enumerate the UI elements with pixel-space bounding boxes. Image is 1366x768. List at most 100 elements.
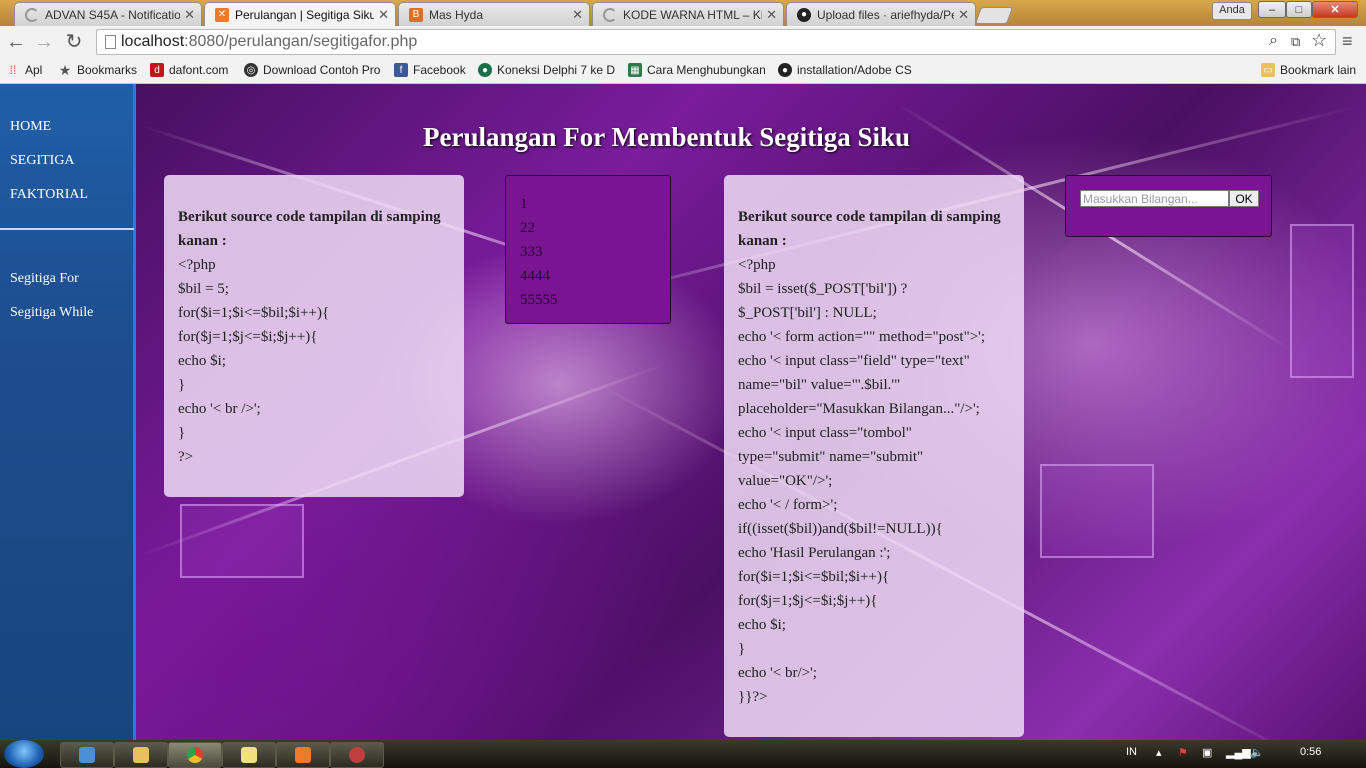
- taskbar-delphi[interactable]: [330, 742, 384, 768]
- url-path: :8080/perulangan/segitigafor.php: [184, 33, 418, 50]
- code-line: <?php: [178, 257, 216, 273]
- loading-spinner-icon: [603, 7, 617, 22]
- number-input[interactable]: [1080, 190, 1229, 207]
- nav-faktorial[interactable]: FAKTORIAL: [10, 187, 88, 203]
- code-line: echo '< form action="" method="post">';: [738, 329, 986, 345]
- maximize-button[interactable]: □: [1286, 1, 1312, 18]
- code-line: value="OK"/>';: [738, 473, 833, 489]
- bookmark-dafont[interactable]: d dafont.com: [150, 63, 228, 77]
- result-line: 1: [520, 196, 528, 212]
- sidebar-nav: HOME SEGITIGA FAKTORIAL Segitiga For Seg…: [0, 84, 136, 740]
- background-panel: [180, 504, 304, 578]
- code-line: echo '< input class="field" type="text": [738, 353, 970, 369]
- bookmark-cara-menghubungkan[interactable]: ▦ Cara Menghubungkan: [628, 63, 765, 77]
- user-profile-button[interactable]: Anda: [1212, 2, 1252, 20]
- star-icon: ★: [58, 61, 72, 78]
- code-line: for($i=1;$i<=$bil;$i++){: [738, 569, 890, 585]
- action-center-flag-icon[interactable]: ⚑: [1178, 746, 1188, 759]
- notepad-icon: [241, 747, 257, 763]
- code-line: echo '< br />';: [178, 401, 261, 417]
- background-panel: [1290, 224, 1354, 378]
- taskbar-chrome[interactable]: [168, 742, 222, 768]
- result-line: 55555: [520, 292, 558, 308]
- left-code-box: Berikut source code tampilan di samping …: [164, 175, 464, 497]
- bookmark-bookmarks[interactable]: ★ Bookmarks: [58, 61, 138, 78]
- bookmark-star-icon[interactable]: ☆: [1311, 30, 1327, 51]
- translate-icon[interactable]: ⧉: [1291, 34, 1300, 50]
- minimize-button[interactable]: –: [1258, 1, 1286, 18]
- tab-advan[interactable]: ADVAN S45A - Notification ✕: [14, 2, 202, 26]
- nav-segitiga-while[interactable]: Segitiga While: [10, 305, 93, 321]
- tab-github[interactable]: ● Upload files · ariefhyda/Pe ✕: [786, 2, 976, 26]
- tab-close-icon[interactable]: ✕: [958, 7, 969, 23]
- signal-bars-icon[interactable]: ▂▄▆: [1226, 746, 1251, 759]
- back-arrow-icon[interactable]: ←: [4, 30, 28, 54]
- number-form: OK: [1065, 175, 1272, 237]
- tab-close-icon[interactable]: ✕: [378, 7, 389, 23]
- bookmark-label: Facebook: [413, 63, 466, 77]
- blogger-icon: B: [409, 7, 423, 22]
- background-panel: [1040, 464, 1154, 558]
- dafont-icon: d: [150, 63, 164, 77]
- forward-arrow-icon[interactable]: →: [32, 30, 56, 54]
- clock[interactable]: 0:56: [1300, 746, 1321, 758]
- github-icon: ●: [778, 63, 792, 77]
- address-bar[interactable]: localhost:8080/perulangan/segitigafor.ph…: [96, 29, 1336, 55]
- nav-segitiga-for[interactable]: Segitiga For: [10, 271, 79, 287]
- github-icon: ●: [797, 7, 811, 22]
- bookmark-apl[interactable]: ⁞⁞ Apl: [6, 63, 43, 77]
- keyboard-icon: [79, 747, 95, 763]
- image-icon: ▦: [628, 63, 642, 77]
- reload-icon[interactable]: ↻: [62, 30, 86, 54]
- tab-strip: ADVAN S45A - Notification ✕ ✕ Perulangan…: [0, 0, 1366, 26]
- language-indicator[interactable]: IN: [1126, 746, 1137, 758]
- bookmark-download-contoh[interactable]: ◎ Download Contoh Pro: [244, 63, 383, 77]
- other-bookmarks-folder[interactable]: ▭ Bookmark lain: [1261, 63, 1356, 77]
- code-line: }}?>: [738, 689, 768, 705]
- bookmark-facebook[interactable]: f Facebook: [394, 63, 466, 77]
- code-line: for($j=1;$j<=$i;$j++){: [178, 329, 318, 345]
- taskbar-keyboard[interactable]: [60, 742, 114, 768]
- windows-taskbar: IN ▴ ⚑ ▣ ▂▄▆ 🔈 0:56: [0, 740, 1366, 768]
- left-code-lead: Berikut source code tampilan di samping …: [178, 209, 441, 249]
- code-line: $bil = isset($_POST['bil']) ?: [738, 281, 908, 297]
- ok-button[interactable]: OK: [1229, 190, 1259, 207]
- chrome-icon: [187, 747, 203, 763]
- url-text[interactable]: localhost:8080/perulangan/segitigafor.ph…: [121, 33, 417, 51]
- taskbar-explorer[interactable]: [114, 742, 168, 768]
- code-line: echo '< input class="tombol": [738, 425, 912, 441]
- code-line: echo '< / form>';: [738, 497, 838, 513]
- code-line: }: [738, 641, 746, 657]
- tab-close-icon[interactable]: ✕: [766, 7, 777, 23]
- start-button[interactable]: [4, 740, 44, 768]
- tab-close-icon[interactable]: ✕: [572, 7, 583, 23]
- bookmark-koneksi-delphi[interactable]: ● Koneksi Delphi 7 ke D: [478, 63, 629, 77]
- code-line: }: [178, 377, 186, 393]
- folder-icon: [133, 747, 149, 763]
- apps-grid-icon: ⁞⁞: [9, 63, 17, 77]
- chrome-menu-icon[interactable]: ≡: [1342, 31, 1353, 52]
- taskbar-xampp[interactable]: [276, 742, 330, 768]
- zoom-search-icon[interactable]: ⌕: [1269, 32, 1278, 50]
- code-line: for($i=1;$i<=$bil;$i++){: [178, 305, 330, 321]
- nav-segitiga[interactable]: SEGITIGA: [10, 153, 75, 169]
- show-hidden-icons-icon[interactable]: ▴: [1156, 746, 1162, 759]
- code-line: echo 'Hasil Perulangan :';: [738, 545, 891, 561]
- tab-mas-hyda[interactable]: B Mas Hyda ✕: [398, 2, 590, 26]
- bookmark-label: Bookmarks: [77, 63, 138, 77]
- taskbar-notepad[interactable]: [222, 742, 276, 768]
- tab-perulangan[interactable]: ✕ Perulangan | Segitiga Siku ✕: [204, 2, 396, 26]
- bookmark-label: Apl: [25, 63, 43, 77]
- code-line: echo $i;: [178, 353, 226, 369]
- bookmark-installation-adobe[interactable]: ● installation/Adobe CS: [778, 63, 912, 77]
- close-window-button[interactable]: ✕: [1312, 1, 1358, 18]
- tab-close-icon[interactable]: ✕: [184, 7, 195, 23]
- tab-kode-warna[interactable]: KODE WARNA HTML – KL ✕: [592, 2, 784, 26]
- code-line: placeholder="Masukkan Bilangan..."/>';: [738, 401, 980, 417]
- facebook-icon: f: [394, 63, 408, 77]
- new-tab-button[interactable]: [974, 7, 1014, 24]
- volume-muted-icon[interactable]: 🔈: [1250, 746, 1264, 759]
- tab-title: KODE WARNA HTML – KL: [623, 7, 763, 22]
- nav-home[interactable]: HOME: [10, 119, 51, 135]
- device-icon[interactable]: ▣: [1202, 746, 1212, 759]
